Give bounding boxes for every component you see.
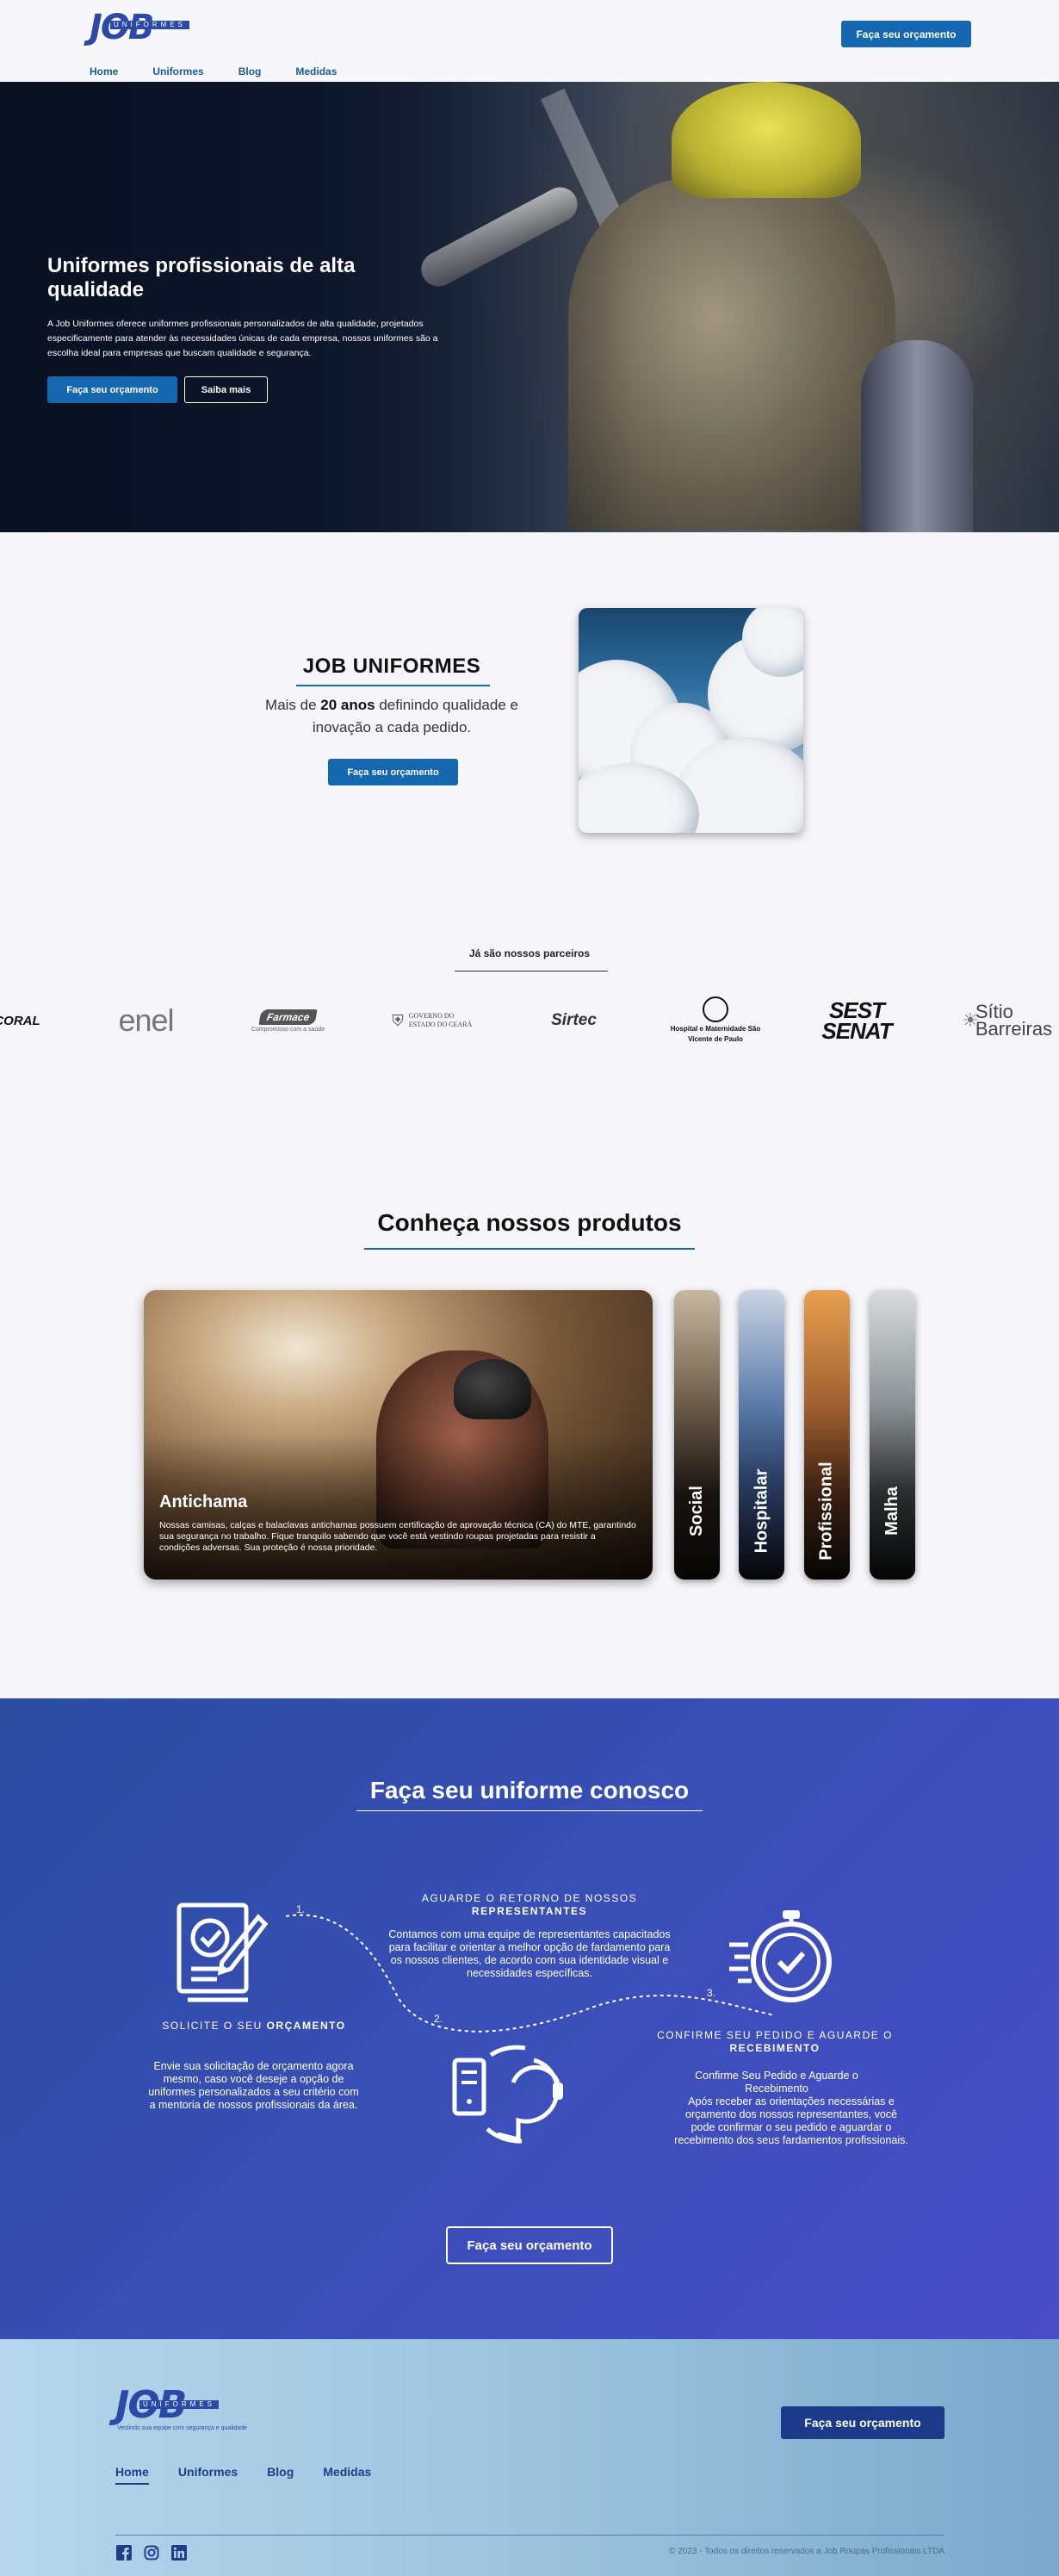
step-3-number: 3. — [707, 1987, 716, 1999]
partner-enel-logo: enel — [118, 1002, 174, 1038]
about-text: Mais de 20 anos definindo qualidade e in… — [265, 697, 518, 736]
representative-support-icon — [452, 2045, 563, 2144]
sky-image — [579, 608, 803, 833]
quote-document-icon — [176, 1903, 269, 2002]
process-title: Faça seu uniforme conosco — [369, 1777, 690, 1803]
products-title-underline — [364, 1248, 695, 1250]
hero-title: Uniformes profissionais de alta qualidad… — [47, 254, 356, 301]
partners-label: Já são nossos parceiros — [468, 947, 591, 959]
about-quote-button[interactable]: Faça seu orçamento — [328, 759, 458, 785]
hero-learn-more-button[interactable]: Saiba mais — [184, 376, 268, 403]
product-tab-malha[interactable]: Malha — [870, 1290, 915, 1580]
footer-nav-uniformes[interactable]: Uniformes — [178, 2465, 238, 2485]
facebook-icon[interactable] — [115, 2544, 133, 2561]
products-title: Conheça nossos produtos — [377, 1209, 682, 1236]
footer-nav-home[interactable]: Home — [115, 2465, 149, 2485]
instagram-icon[interactable] — [143, 2544, 160, 2561]
product-tab-hospitalar[interactable]: Hospitalar — [739, 1290, 784, 1580]
copyright-text: © 2023 - Todos os direitos reservados a … — [669, 2547, 944, 2556]
step-2-text: Contamos com uma equipe de representante… — [388, 1928, 671, 1979]
footer-divider — [115, 2535, 944, 2536]
process-quote-button[interactable]: Faça seu orçamento — [446, 2226, 613, 2264]
partner-sest-senat-logo: SEST SENAT — [821, 997, 892, 1044]
product-description: Nossas camisas, calças e balaclavas anti… — [159, 1520, 636, 1553]
about-title: JOB UNIFORMES — [302, 655, 481, 678]
logo[interactable]: JOB UNIFORMES — [90, 9, 195, 47]
step-3-text-line1: Confirme Seu Pedido e Aguarde o Recebime… — [695, 2070, 858, 2095]
partner-sitio-barreiras-logo: ☀ Sítio Barreiras — [962, 1001, 1053, 1040]
partner-farmace-logo: Farmace Compromisso com a saúde — [251, 1009, 325, 1033]
header-quote-button[interactable]: Faça seu orçamento — [841, 21, 971, 47]
footer-logo-subtext: UNIFORMES — [139, 2400, 219, 2409]
product-tab-social[interactable]: Social — [674, 1290, 720, 1580]
process-title-underline — [356, 1810, 703, 1811]
partner-governo-ceara-logo: ⛨ GOVERNO DO ESTADO DO CEARÁ — [392, 1011, 473, 1029]
partner-hospital-logo: Hospital e Maternidade São Vicente de Pa… — [668, 990, 763, 1051]
footer-nav-medidas[interactable]: Medidas — [323, 2465, 371, 2485]
hero-section — [0, 82, 1059, 532]
stopwatch-check-icon — [729, 1910, 832, 2002]
site-header: JOB UNIFORMES Faça seu orçamento Home Un… — [0, 0, 1059, 84]
step-1-number: 1. — [296, 1903, 306, 1915]
linkedin-icon[interactable] — [170, 2544, 188, 2561]
footer-logo-tagline: Vestindo sua equipe com segurança e qual… — [117, 2425, 247, 2431]
site-footer — [0, 2339, 1059, 2576]
step-1-text: Envie sua solicitação de orçamento agora… — [148, 2060, 359, 2111]
step-2-number: 2. — [434, 2013, 443, 2025]
logo-subtext: UNIFORMES — [110, 21, 189, 29]
shield-icon: ⛨ — [392, 1011, 404, 1029]
step-3-text: Após receber as orientações necessárias … — [674, 2095, 908, 2146]
about-title-underline — [296, 685, 490, 686]
footer-quote-button[interactable]: Faça seu orçamento — [781, 2406, 944, 2439]
hero-description: A Job Uniformes oferece uniformes profis… — [47, 319, 438, 358]
footer-nav-blog[interactable]: Blog — [267, 2465, 294, 2485]
step-3-title: CONFIRME SEU PEDIDO E AGUARDE O RECEBIMEN… — [657, 2029, 893, 2054]
hospital-emblem-icon — [703, 996, 728, 1022]
partner-sirtec-logo: Sirtec — [551, 1011, 597, 1029]
product-tab-profissional[interactable]: Profissional — [804, 1290, 850, 1580]
step-1-title: SOLICITE O SEU ORÇAMENTO — [162, 2020, 346, 2032]
footer-logo[interactable]: JOB UNIFORMES Vestindo sua equipe com se… — [115, 2386, 247, 2432]
footer-nav: Home Uniformes Blog Medidas — [115, 2465, 400, 2485]
product-title: Antichama — [159, 1493, 248, 1511]
hero-quote-button[interactable]: Faça seu orçamento — [47, 376, 177, 403]
partner-coral-logo: CORAL — [0, 1013, 40, 1028]
step-2-title: AGUARDE O RETORNO DE NOSSOS REPRESENTANTE… — [421, 1892, 638, 1917]
